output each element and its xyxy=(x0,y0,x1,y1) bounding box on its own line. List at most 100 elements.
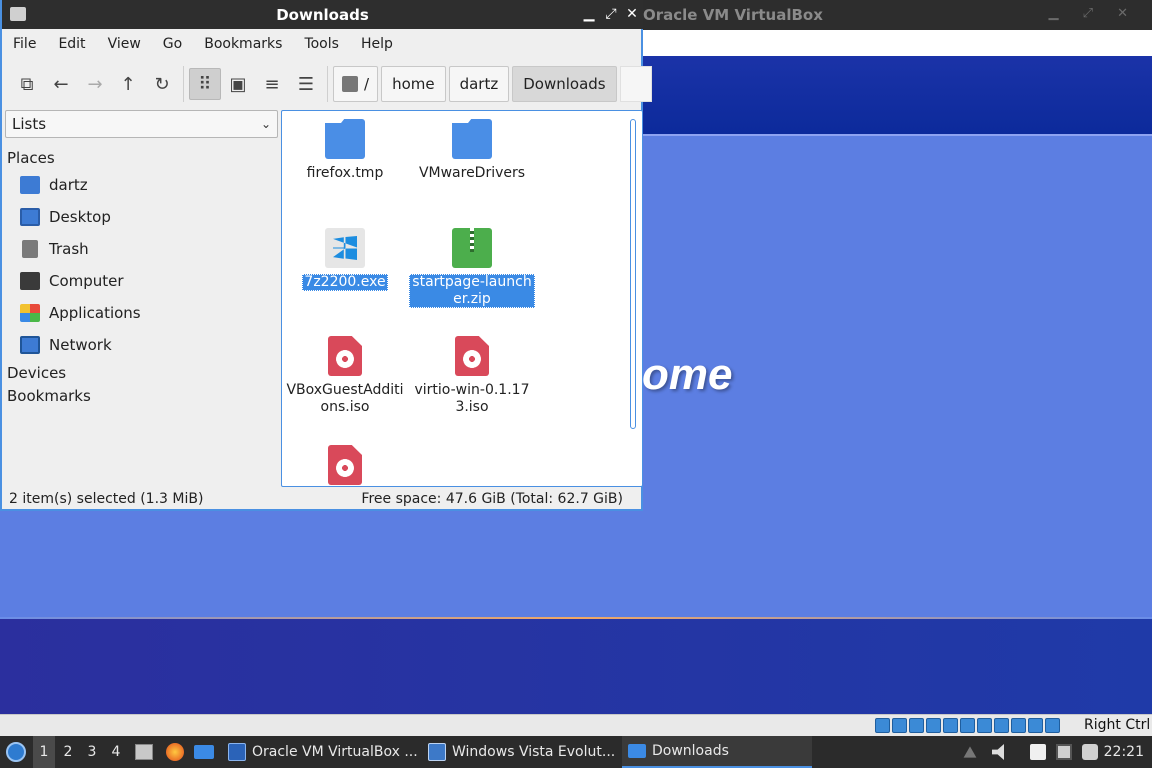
file-item-firefox-tmp[interactable]: firefox.tmp xyxy=(282,119,408,182)
network-icon[interactable] xyxy=(909,718,924,733)
compact-view-icon[interactable]: ≡ xyxy=(258,70,286,98)
workspace-2[interactable]: 2 xyxy=(57,736,79,768)
task-virtualbox[interactable]: Oracle VM VirtualBox ... xyxy=(222,736,418,768)
virtualbox-window-buttons[interactable]: ▁ ⤢ ✕ xyxy=(1048,6,1138,21)
file-manager-launcher[interactable] xyxy=(192,736,216,768)
menubar: File Edit View Go Bookmarks Tools Help xyxy=(2,29,643,60)
optical-drive-icon[interactable] xyxy=(875,718,890,733)
file-item-virtio-win-iso[interactable]: virtio-win-0.1.173.iso xyxy=(409,336,535,416)
new-tab-icon[interactable]: ⧉ xyxy=(13,70,41,98)
clipboard-icon[interactable] xyxy=(1030,744,1046,760)
toolbar: ⧉ ← → ↑ ↻ ⠿ ▣ ≡ ☰ / home dartz Downloads xyxy=(2,62,652,106)
path-root-button[interactable]: / xyxy=(333,66,379,102)
reload-icon[interactable]: ↻ xyxy=(148,70,176,98)
network-icon[interactable] xyxy=(1056,744,1072,760)
file-manager-window: Downloads ▁ ⤢ ✕ File Edit View Go Bookma… xyxy=(0,0,652,511)
path-segment-downloads[interactable]: Downloads xyxy=(512,66,617,102)
tray-expand-icon[interactable] xyxy=(963,746,977,758)
path-segment-home[interactable]: home xyxy=(381,66,446,102)
usb-icon[interactable] xyxy=(926,718,941,733)
mouse-icon[interactable] xyxy=(1011,718,1026,733)
clock[interactable]: 22:21 xyxy=(1104,736,1144,768)
file-item-vmwaredrivers[interactable]: VMwareDrivers xyxy=(409,119,535,182)
vertical-scrollbar[interactable] xyxy=(630,119,636,429)
audio-icon[interactable] xyxy=(892,718,907,733)
sidebar-item-label: Computer xyxy=(49,272,124,290)
sidebar-heading-bookmarks[interactable]: Bookmarks xyxy=(7,387,91,405)
guest-additions-icon[interactable] xyxy=(1028,718,1043,733)
up-arrow-icon[interactable]: ↑ xyxy=(114,70,142,98)
file-item-7z2200-exe[interactable]: 7z2200.exe xyxy=(282,228,408,291)
sidebar-item-dartz[interactable]: dartz xyxy=(20,171,88,199)
back-arrow-icon[interactable]: ← xyxy=(47,70,75,98)
volume-icon[interactable] xyxy=(992,744,1004,760)
shared-folder-icon[interactable] xyxy=(943,718,958,733)
sidebar-item-label: Network xyxy=(49,336,112,354)
file-view[interactable]: firefox.tmp VMwareDrivers 7z2200.exe sta… xyxy=(281,110,643,487)
toolbar-separator xyxy=(327,66,328,102)
sidebar: Places dartz Desktop Trash Computer Appl… xyxy=(2,142,280,482)
file-cabinet-launcher[interactable] xyxy=(132,736,156,768)
sidebar-heading-devices[interactable]: Devices xyxy=(7,364,66,382)
disc-image-icon xyxy=(455,336,489,376)
sidebar-item-applications[interactable]: Applications xyxy=(20,299,141,327)
icon-view-icon[interactable]: ⠿ xyxy=(189,68,221,100)
sidebar-item-computer[interactable]: Computer xyxy=(20,267,124,295)
capture-icon[interactable] xyxy=(977,718,992,733)
sidebar-item-trash[interactable]: Trash xyxy=(20,235,89,263)
sidebar-heading-places[interactable]: Places xyxy=(7,149,55,167)
vm-window-icon xyxy=(428,743,446,761)
path-bar-spacer xyxy=(619,66,652,102)
firefox-launcher[interactable] xyxy=(163,736,187,768)
applications-icon xyxy=(20,304,40,322)
path-root-label: / xyxy=(364,75,370,93)
selection-status: 2 item(s) selected (1.3 MiB) xyxy=(9,491,204,507)
virtualbox-icon xyxy=(228,743,246,761)
task-label: Oracle VM VirtualBox ... xyxy=(252,744,418,760)
menu-go[interactable]: Go xyxy=(152,29,193,60)
path-segment-dartz[interactable]: dartz xyxy=(448,66,510,102)
detailed-list-icon[interactable]: ☰ xyxy=(292,70,320,98)
sidebar-item-desktop[interactable]: Desktop xyxy=(20,203,111,231)
keyboard-icon[interactable] xyxy=(994,718,1009,733)
file-name: 7z2200.exe xyxy=(302,274,388,291)
start-menu-button[interactable] xyxy=(4,736,28,768)
menu-help[interactable]: Help xyxy=(350,29,404,60)
vm-device-icons xyxy=(875,718,1060,734)
home-folder-icon xyxy=(20,176,40,194)
forward-arrow-icon[interactable]: → xyxy=(81,70,109,98)
file-item-partial-iso[interactable] xyxy=(282,445,408,486)
file-manager-titlebar[interactable]: Downloads ▁ ⤢ ✕ xyxy=(2,0,643,29)
arrow-down-icon[interactable] xyxy=(1045,718,1060,733)
chevron-down-icon: ⌄ xyxy=(260,117,271,131)
folder-icon xyxy=(194,745,214,759)
file-cabinet-icon xyxy=(135,744,153,760)
toolbar-separator xyxy=(183,66,184,102)
task-downloads[interactable]: Downloads xyxy=(622,736,812,768)
sidebar-mode-select[interactable]: Lists ⌄ xyxy=(5,110,278,138)
task-label: Downloads xyxy=(652,743,729,759)
menu-edit[interactable]: Edit xyxy=(47,29,96,60)
workspace-4[interactable]: 4 xyxy=(105,736,127,768)
notification-icon[interactable] xyxy=(1082,744,1098,760)
maximize-button[interactable]: ⤢ xyxy=(602,5,620,23)
workspace-3[interactable]: 3 xyxy=(81,736,103,768)
file-item-startpage-launcher-zip[interactable]: startpage-launcher.zip xyxy=(409,228,535,308)
file-name: VBoxGuestAdditions.iso xyxy=(286,382,404,415)
folder-icon xyxy=(628,744,646,758)
sidebar-item-network[interactable]: Network xyxy=(20,331,112,359)
thumbnail-view-icon[interactable]: ▣ xyxy=(224,70,252,98)
minimize-button[interactable]: ▁ xyxy=(580,5,598,23)
menu-file[interactable]: File xyxy=(2,29,47,60)
close-button[interactable]: ✕ xyxy=(623,5,641,23)
display-icon[interactable] xyxy=(960,718,975,733)
menu-view[interactable]: View xyxy=(97,29,152,60)
task-windows-vista[interactable]: Windows Vista Evolut... xyxy=(422,736,618,768)
file-name: startpage-launcher.zip xyxy=(409,274,535,308)
file-item-vboxguestadditions-iso[interactable]: VBoxGuestAdditions.iso xyxy=(282,336,408,416)
disc-image-icon xyxy=(328,336,362,376)
network-icon xyxy=(20,336,40,354)
menu-tools[interactable]: Tools xyxy=(293,29,350,60)
workspace-1[interactable]: 1 xyxy=(33,736,55,768)
menu-bookmarks[interactable]: Bookmarks xyxy=(193,29,293,60)
